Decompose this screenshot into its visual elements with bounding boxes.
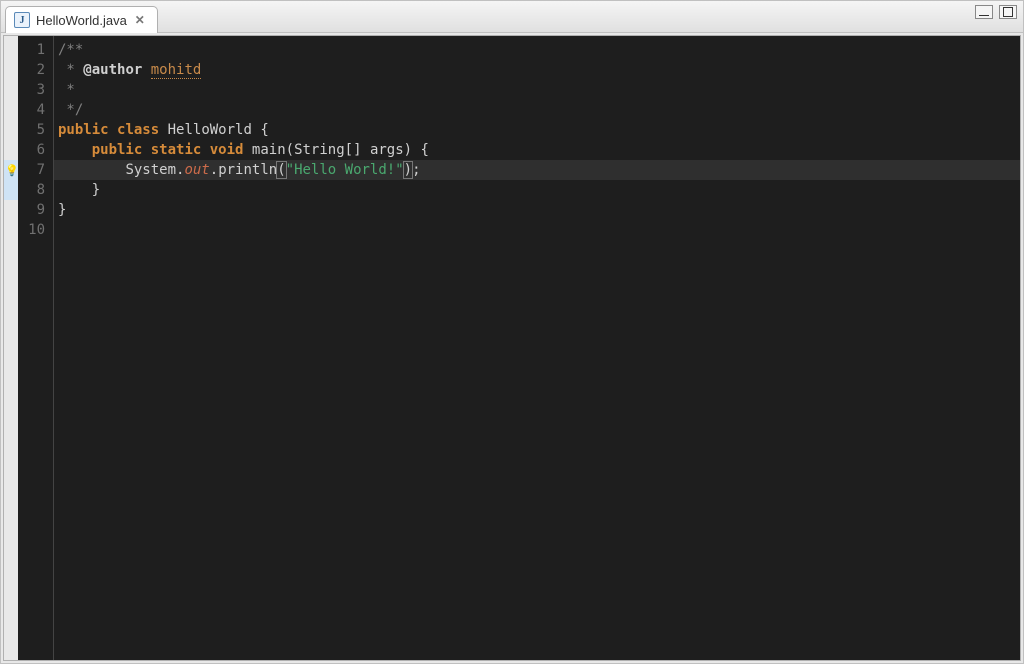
code-line: } bbox=[54, 200, 1020, 220]
line-number: 1 bbox=[18, 40, 53, 60]
code-line: public class HelloWorld { bbox=[54, 120, 1020, 140]
marker-strip: 💡 bbox=[4, 36, 18, 660]
close-tab-icon[interactable]: ✕ bbox=[133, 13, 147, 27]
tab-bar: J HelloWorld.java ✕ bbox=[1, 1, 1023, 33]
line-number: 9 bbox=[18, 200, 53, 220]
line-number: 3 bbox=[18, 80, 53, 100]
code-line: * bbox=[54, 80, 1020, 100]
code-line: public static void main(String[] args) { bbox=[54, 140, 1020, 160]
editor-window: J HelloWorld.java ✕ 💡 1 2 3 4 5 6 7 8 9 … bbox=[0, 0, 1024, 664]
file-tab[interactable]: J HelloWorld.java ✕ bbox=[5, 6, 158, 33]
line-number-gutter: 1 2 3 4 5 6 7 8 9 10 bbox=[18, 36, 54, 660]
code-line: /** bbox=[54, 40, 1020, 60]
code-line bbox=[54, 220, 1020, 240]
line-number: 10 bbox=[18, 220, 53, 240]
window-controls bbox=[975, 5, 1017, 19]
code-line-current: System.out.println("Hello World!"); bbox=[54, 160, 1020, 180]
line-number: 7 bbox=[18, 160, 53, 180]
line-number: 8 bbox=[18, 180, 53, 200]
line-number: 2 bbox=[18, 60, 53, 80]
editor-body: 💡 1 2 3 4 5 6 7 8 9 10 /** * @author moh… bbox=[3, 35, 1021, 661]
line-number: 4 bbox=[18, 100, 53, 120]
code-line: } bbox=[54, 180, 1020, 200]
line-number: 6 bbox=[18, 140, 53, 160]
code-line: * @author mohitd bbox=[54, 60, 1020, 80]
lightbulb-icon[interactable]: 💡 bbox=[5, 164, 17, 178]
line-number: 5 bbox=[18, 120, 53, 140]
code-line: */ bbox=[54, 100, 1020, 120]
maximize-button[interactable] bbox=[999, 5, 1017, 19]
tab-filename: HelloWorld.java bbox=[36, 13, 127, 28]
author-tag: mohitd bbox=[151, 62, 202, 79]
code-editor[interactable]: /** * @author mohitd * */ public class H… bbox=[54, 36, 1020, 660]
minimize-button[interactable] bbox=[975, 5, 993, 19]
java-file-icon: J bbox=[14, 12, 30, 28]
